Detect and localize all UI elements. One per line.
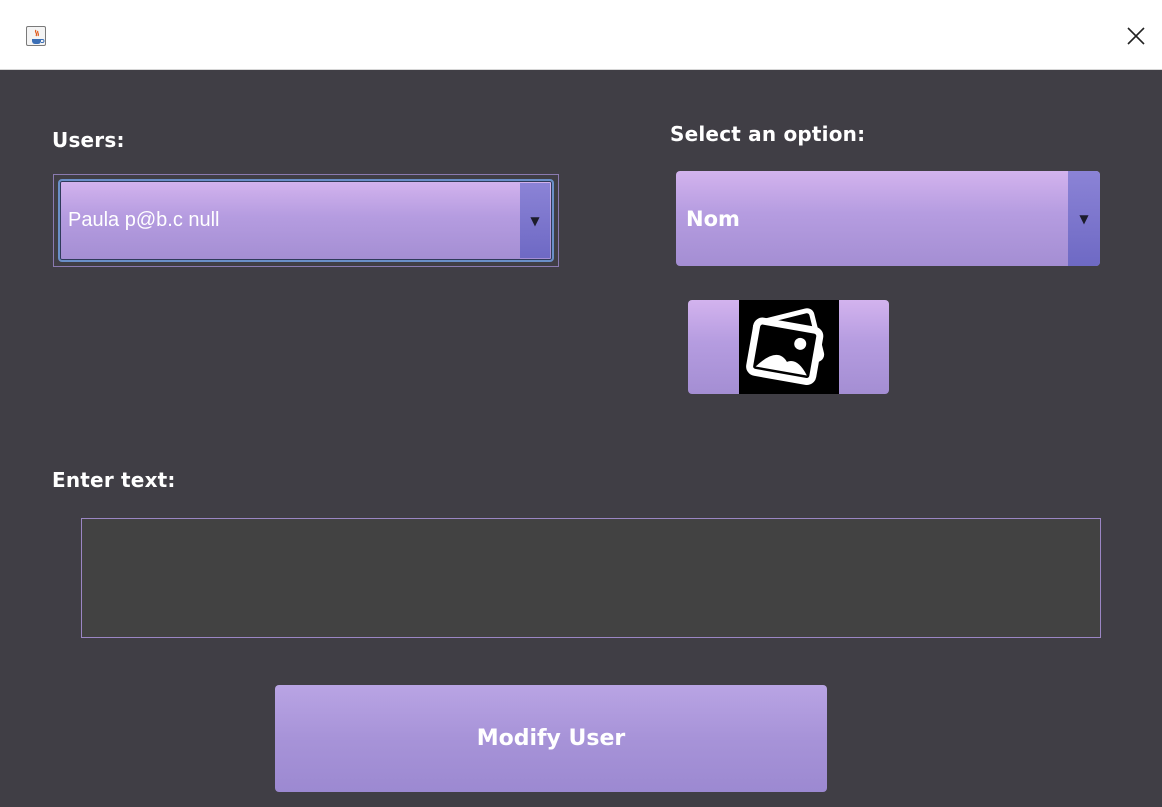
text-input[interactable] xyxy=(81,518,1101,638)
enter-text-label: Enter text: xyxy=(52,468,176,492)
java-cup-icon xyxy=(26,26,46,46)
option-dropdown-value: Nom xyxy=(686,206,740,231)
option-label: Select an option: xyxy=(670,122,866,146)
chevron-down-icon[interactable]: ▼ xyxy=(1068,171,1100,266)
modify-user-button[interactable]: Modify User xyxy=(275,685,827,792)
title-bar[interactable] xyxy=(0,0,1162,70)
image-gallery-icon xyxy=(739,300,839,394)
users-label: Users: xyxy=(52,128,125,152)
option-dropdown[interactable]: Nom ▼ xyxy=(676,171,1100,266)
users-dropdown-value: Paula p@b.c null xyxy=(68,209,220,231)
image-button[interactable] xyxy=(688,300,889,394)
close-button[interactable] xyxy=(1118,18,1154,54)
users-dropdown[interactable]: Paula p@b.c null ▼ xyxy=(58,179,554,262)
close-icon xyxy=(1127,27,1145,45)
content-panel: Users: Paula p@b.c null ▼ Select an opti… xyxy=(0,70,1162,807)
chevron-down-icon[interactable]: ▼ xyxy=(520,183,550,258)
app-window: Users: Paula p@b.c null ▼ Select an opti… xyxy=(0,0,1162,807)
